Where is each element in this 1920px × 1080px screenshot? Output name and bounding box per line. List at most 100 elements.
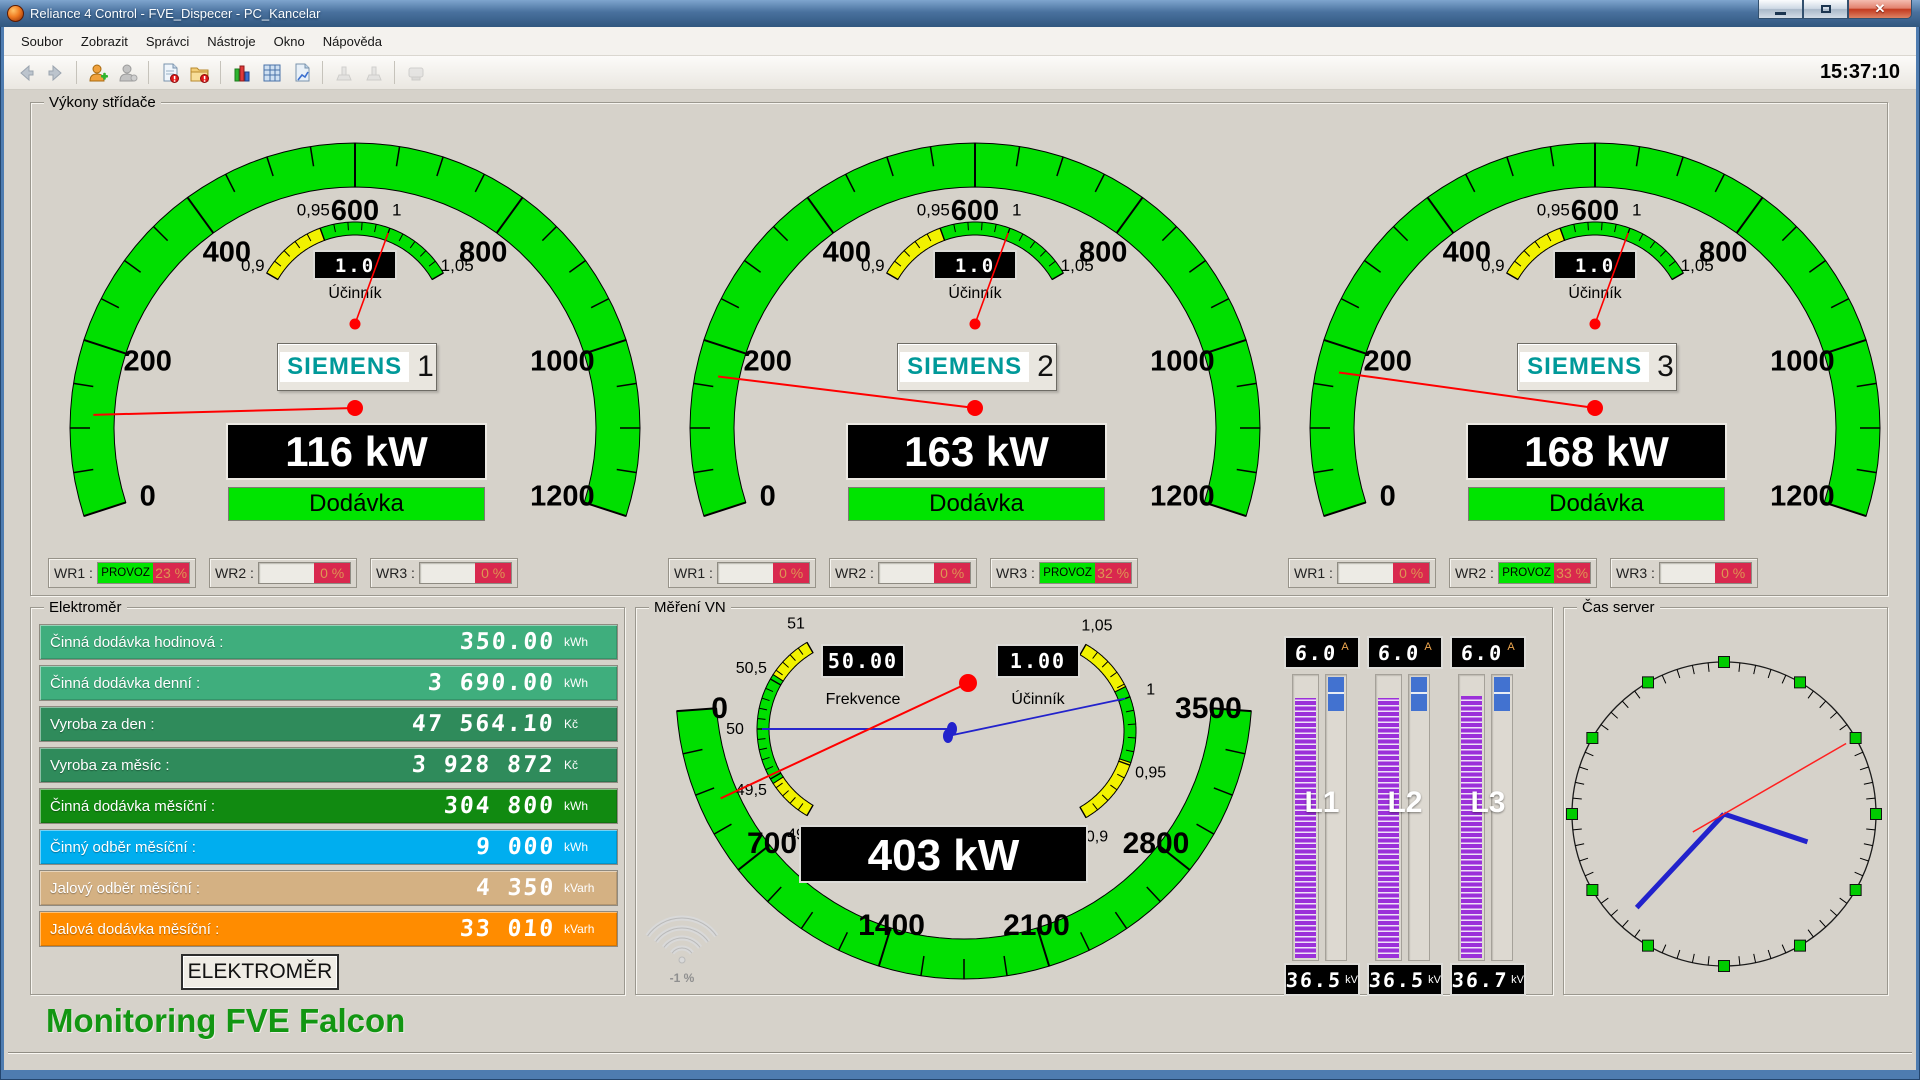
- siemens-logo: SIEMENS: [900, 352, 1029, 382]
- inverter-number: 1: [417, 350, 434, 384]
- svg-text:1.0: 1.0: [335, 255, 375, 277]
- wr-group-2: WR1 :0 % WR2 :0 % WR3 :PROVOZ32 %: [668, 558, 1138, 588]
- wr-field: 0 %: [717, 562, 810, 584]
- close-button[interactable]: ✕: [1848, 0, 1912, 19]
- row-label: Jalová dodávka měsíční :: [50, 921, 219, 938]
- inverter-number: 3: [1657, 350, 1674, 384]
- wr-percent: 0 %: [1393, 563, 1429, 583]
- inverter-gauge-3: 0200400600800100012000,90,9511,051.0Účin…: [1285, 102, 1905, 572]
- group-mereni-vn: Měření VN 070014002100280035004949,55050…: [635, 607, 1553, 995]
- inverter-number: 2: [1037, 350, 1054, 384]
- users-icon[interactable]: [114, 59, 141, 86]
- wr-label: WR2 :: [1455, 565, 1494, 581]
- minimize-button[interactable]: [1758, 0, 1803, 19]
- app-icon: [7, 5, 24, 22]
- svg-text:1000: 1000: [1770, 346, 1835, 378]
- nav-forward-icon[interactable]: [42, 59, 69, 86]
- menu-item-soubor[interactable]: Soubor: [12, 29, 72, 54]
- svg-text:Účinník: Účinník: [328, 283, 382, 302]
- toolbar-separator: [148, 61, 149, 84]
- bar-chart-icon[interactable]: [228, 59, 255, 86]
- inverter-3-button[interactable]: SIEMENS 3: [1517, 343, 1677, 391]
- phase-label: L2: [1367, 786, 1443, 820]
- document-alarm-icon[interactable]: [156, 59, 183, 86]
- svg-text:Frekvence: Frekvence: [826, 691, 901, 708]
- row-unit: Kč: [555, 758, 607, 772]
- wr-state: PROVOZ: [1499, 563, 1554, 583]
- row-value: 4 350: [475, 875, 556, 901]
- titlebar: Reliance 4 Control - FVE_Dispecer - PC_K…: [0, 0, 1920, 27]
- elektromer-row: Činný odběr měsíční :9 000kWh: [39, 829, 618, 865]
- voltage-display: 36.7kV: [1450, 963, 1526, 996]
- wr-percent: 32 %: [1095, 563, 1131, 583]
- svg-text:200: 200: [1363, 346, 1411, 378]
- svg-text:1: 1: [1146, 681, 1155, 698]
- menu-item-zobrazit[interactable]: Zobrazit: [72, 29, 137, 54]
- svg-text:2100: 2100: [1003, 909, 1070, 942]
- wr-state: [1338, 563, 1393, 583]
- wr-label: WR3 :: [996, 565, 1035, 581]
- svg-text:200: 200: [123, 346, 171, 378]
- wr-status-box: WR1 :PROVOZ23 %: [48, 558, 196, 588]
- phase-column-l3: 6.0AL336.7kV: [1450, 636, 1526, 992]
- stamp-icon[interactable]: [330, 59, 357, 86]
- stamp-icon-2[interactable]: [360, 59, 387, 86]
- wr-field: PROVOZ32 %: [1039, 562, 1132, 584]
- svg-text:50.00: 50.00: [828, 649, 898, 673]
- row-value: 3 690.00: [427, 670, 556, 696]
- svg-text:0: 0: [760, 480, 776, 512]
- inverter-1-button[interactable]: SIEMENS 1: [277, 343, 437, 391]
- server-clock-text: 15:37:10: [1820, 61, 1900, 84]
- power-display: 163 kW: [848, 425, 1105, 478]
- menubar: SouborZobrazitSprávciNástrojeOknoNápověd…: [4, 27, 1916, 56]
- svg-text:Účinník: Účinník: [948, 283, 1002, 302]
- workspace: Výkony střídače 0200400600800100012000,9…: [4, 90, 1916, 1070]
- row-unit: kWh: [555, 676, 607, 690]
- phase-column-l1: 6.0AL136.5kV: [1284, 636, 1360, 992]
- row-unit: kVarh: [555, 881, 607, 895]
- toolbar-separator: [322, 61, 323, 84]
- row-label: Činný odběr měsíční :: [50, 839, 196, 856]
- folder-alarm-icon[interactable]: [186, 59, 213, 86]
- elektromer-row: Činná dodávka měsíční :304 800kWh: [39, 788, 618, 824]
- elektromer-row: Jalový odběr měsíční :4 350kVarh: [39, 870, 618, 906]
- svg-text:-1 %: -1 %: [670, 971, 695, 985]
- svg-text:2800: 2800: [1123, 827, 1190, 860]
- data-table-icon[interactable]: [258, 59, 285, 86]
- row-label: Činná dodávka měsíční :: [50, 798, 215, 815]
- row-value: 350.00: [459, 629, 556, 655]
- svg-text:1,05: 1,05: [1081, 617, 1112, 634]
- wr-percent: 0 %: [475, 563, 511, 583]
- svg-text:0,95: 0,95: [1537, 200, 1570, 219]
- add-user-icon[interactable]: [84, 59, 111, 86]
- maximize-button[interactable]: [1803, 0, 1848, 19]
- signal-strength-icon: -1 %: [648, 918, 717, 985]
- toolbar: 15:37:10: [4, 56, 1916, 90]
- wr-label: WR1 :: [54, 565, 93, 581]
- device-icon[interactable]: [402, 59, 429, 86]
- row-value: 304 800: [443, 793, 556, 819]
- wr-status-box: WR2 :PROVOZ33 %: [1449, 558, 1597, 588]
- row-value: 47 564.10: [411, 711, 555, 737]
- wr-status-box: WR2 :0 %: [209, 558, 357, 588]
- menu-item-okno[interactable]: Okno: [265, 29, 314, 54]
- current-display: 6.0A: [1367, 636, 1443, 669]
- nav-back-icon[interactable]: [12, 59, 39, 86]
- menu-item-nápověda[interactable]: Nápověda: [314, 29, 391, 54]
- wr-status-box: WR2 :0 %: [829, 558, 977, 588]
- svg-text:1: 1: [1632, 200, 1641, 219]
- row-label: Činná dodávka denní :: [50, 675, 200, 692]
- wr-state: [259, 563, 314, 583]
- row-value: 9 000: [475, 834, 556, 860]
- elektromer-button[interactable]: ELEKTROMĚR: [181, 954, 339, 990]
- inverter-2-button[interactable]: SIEMENS 2: [897, 343, 1057, 391]
- svg-text:1.0: 1.0: [955, 255, 995, 277]
- svg-text:50,5: 50,5: [736, 660, 767, 677]
- menu-item-správci[interactable]: Správci: [137, 29, 198, 54]
- report-icon[interactable]: [288, 59, 315, 86]
- row-label: Vyroba za měsíc :: [50, 757, 170, 774]
- wr-state: [879, 563, 934, 583]
- menu-item-nástroje[interactable]: Nástroje: [198, 29, 264, 54]
- wr-label: WR1 :: [674, 565, 713, 581]
- svg-text:1: 1: [392, 200, 401, 219]
